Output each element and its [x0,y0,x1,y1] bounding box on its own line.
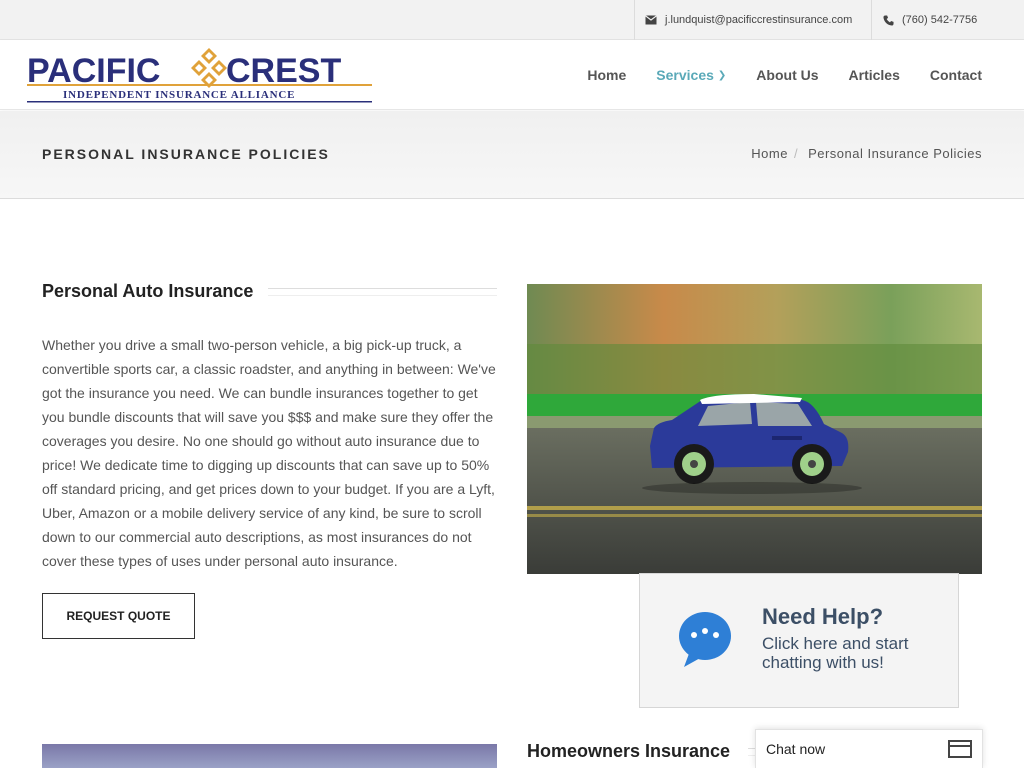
breadcrumb-current: Personal Insurance Policies [808,146,982,161]
site-logo[interactable]: PACIFIC CREST INDEPENDENT INSURANCE ALLI… [27,46,372,104]
need-help-title: Need Help? [762,604,884,629]
breadcrumb: Home / Personal Insurance Policies [751,146,982,161]
request-quote-button[interactable]: REQUEST QUOTE [42,593,195,639]
phone-text[interactable]: (760) 542-7756 [902,14,977,26]
section-divider [268,288,497,296]
email-link[interactable]: j.lundquist@pacificcrestinsurance.com [634,0,871,40]
nav-contact[interactable]: Contact [930,67,982,83]
chevron-down-icon: ❯ [717,69,727,81]
nav-services[interactable]: Services ❯ [656,67,726,83]
breadcrumb-separator: / [793,146,799,161]
main-nav: Home Services ❯ About Us Articles Contact [587,40,982,110]
chat-bubble-icon [678,611,734,669]
envelope-icon [645,14,657,26]
auto-section-body: Whether you drive a small two-person veh… [42,337,496,569]
nav-about-us[interactable]: About Us [756,67,818,83]
phone-link[interactable]: (760) 542-7756 [871,0,1024,40]
chat-now-label[interactable]: Chat now [766,741,948,757]
top-contact-bar: j.lundquist@pacificcrestinsurance.com (7… [0,0,1024,40]
auto-section-title: Personal Auto Insurance [42,281,254,301]
need-help-widget[interactable]: Need Help? Click here and start chatting… [639,573,959,708]
need-help-line-1: Click here and start [762,634,909,653]
nav-home[interactable]: Home [587,67,626,83]
email-text[interactable]: j.lundquist@pacificcrestinsurance.com [665,14,852,26]
page-title: PERSONAL INSURANCE POLICIES [42,146,330,162]
homeowners-section-title: Homeowners Insurance [527,741,731,761]
site-header: PACIFIC CREST INDEPENDENT INSURANCE ALLI… [0,40,1024,110]
house-photo [42,744,497,768]
chat-now-tab[interactable]: Chat now [755,729,983,768]
nav-articles[interactable]: Articles [849,67,900,83]
page-title-band: PERSONAL INSURANCE POLICIES Home / Perso… [0,111,1024,199]
need-help-line-2: chatting with us! [762,653,884,672]
phone-icon [882,14,894,26]
maximize-window-icon[interactable] [948,740,972,758]
breadcrumb-home[interactable]: Home [751,146,788,161]
car-photo [527,284,982,574]
logo-tagline: INDEPENDENT INSURANCE ALLIANCE [63,89,295,101]
